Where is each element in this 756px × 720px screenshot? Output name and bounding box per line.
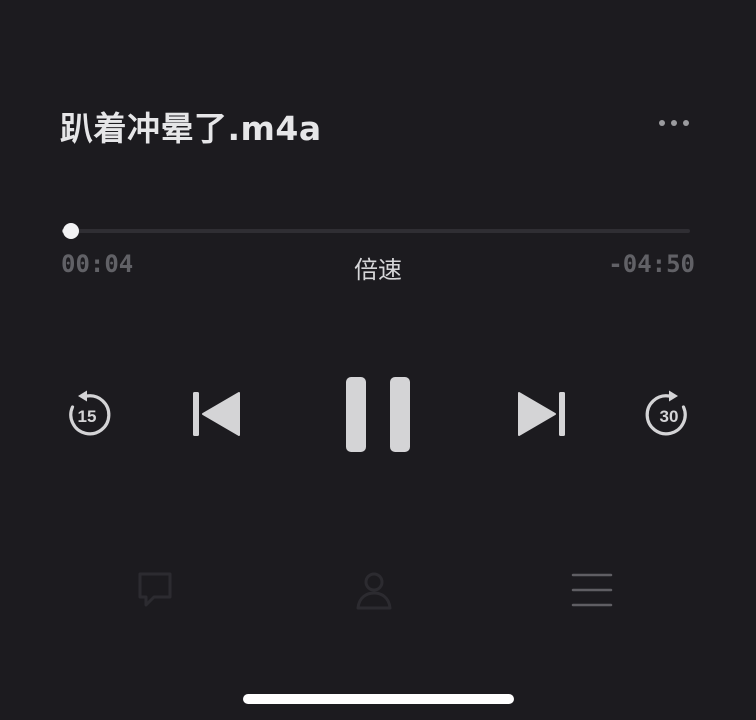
tab-profile[interactable] xyxy=(350,566,398,614)
progress-track xyxy=(62,229,690,233)
forward-30-icon: 30 xyxy=(645,390,687,436)
pause-button[interactable] xyxy=(343,374,415,454)
skip-forward-seconds: 30 xyxy=(660,407,679,426)
more-options-button[interactable] xyxy=(650,108,698,138)
more-horizontal-icon xyxy=(659,120,689,126)
skip-forward-button[interactable]: 30 xyxy=(644,390,694,440)
person-icon xyxy=(356,572,392,610)
tab-comments[interactable] xyxy=(132,566,180,614)
progress-thumb[interactable] xyxy=(62,223,79,239)
skip-back-button[interactable]: 15 xyxy=(62,390,112,440)
list-icon xyxy=(571,573,613,607)
skip-back-seconds: 15 xyxy=(78,407,97,426)
tab-playlist[interactable] xyxy=(568,566,616,614)
previous-track-button[interactable] xyxy=(190,389,244,439)
home-indicator[interactable] xyxy=(243,694,514,704)
chat-bubble-icon xyxy=(138,572,172,607)
elapsed-time: 00:04 xyxy=(61,250,134,278)
next-track-icon xyxy=(518,392,565,436)
remaining-time: -04:50 xyxy=(608,250,695,278)
audio-player-screen: 趴着冲晕了.m4a 00:04 倍速 -04:50 15 30 xyxy=(0,0,756,720)
playback-speed-button[interactable]: 倍速 xyxy=(328,250,428,285)
track-title: 趴着冲晕了.m4a xyxy=(60,109,322,148)
rewind-15-icon: 15 xyxy=(69,390,111,436)
pause-icon xyxy=(346,377,410,452)
playback-progress-slider[interactable] xyxy=(62,222,690,240)
next-track-button[interactable] xyxy=(514,389,568,439)
previous-track-icon xyxy=(193,392,240,436)
